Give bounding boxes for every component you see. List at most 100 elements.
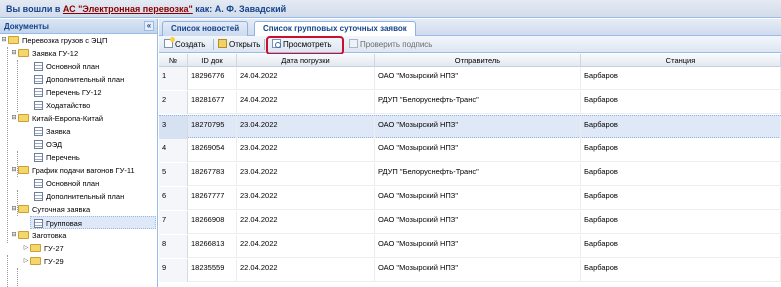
cell-sender: ОАО "Мозырский НПЗ" [375, 139, 581, 162]
table-row[interactable]: 3 18270795 23.04.2022 ОАО "Мозырский НПЗ" Ба… [159, 115, 781, 139]
create-button[interactable]: Создать [164, 37, 205, 51]
documents-panel-header: Документы « [0, 19, 157, 34]
table-row[interactable]: 6 18267777 23.04.2022 ОАО "Мозырский НПЗ" Ба… [159, 187, 781, 210]
cell-number: 3 [159, 116, 188, 139]
document-icon [34, 191, 43, 201]
cell-station: Барбаров [581, 163, 781, 186]
cell-number: 2 [159, 91, 188, 114]
cell-sender: ОАО "Мозырский НПЗ" [375, 211, 581, 234]
document-icon [34, 61, 43, 71]
cell-sender: ОАО "Мозырский НПЗ" [375, 67, 581, 90]
grid-header: № ID док Дата погрузки Отправитель Станц… [159, 54, 781, 67]
verify-signature-button[interactable]: Проверить подпись [349, 38, 432, 51]
tab-strip: Список новостей Список групповых суточны… [159, 19, 781, 37]
cell-id: 18266813 [188, 235, 237, 258]
folder-icon [18, 205, 29, 214]
cell-number: 8 [159, 235, 188, 258]
table-row[interactable]: 9 18235559 22.04.2022 ОАО "Мозырский НПЗ" Ба… [159, 259, 781, 282]
tree-node[interactable]: ⊟ Суточная заявка [10, 203, 90, 216]
tree-node[interactable]: ▷ ГУ-29 [22, 255, 64, 268]
open-folder-icon [218, 39, 227, 49]
cell-date: 24.04.2022 [237, 91, 375, 114]
documents-panel: Документы « ⊟ Перевозка грузов с ЭЦП ⊟ Зая… [0, 19, 158, 287]
tree-node[interactable]: Дополнительный план [34, 190, 124, 203]
document-icon [34, 139, 43, 149]
cell-station: Барбаров [581, 187, 781, 210]
cell-station: Барбаров [581, 235, 781, 258]
cell-station: Барбаров [581, 91, 781, 114]
tree-node[interactable]: Ходатайство [34, 99, 90, 112]
table-row[interactable]: 4 18269054 23.04.2022 ОАО "Мозырский НПЗ" Ба… [159, 139, 781, 162]
cell-sender: ОАО "Мозырский НПЗ" [375, 259, 581, 282]
document-icon [34, 100, 43, 110]
cell-id: 18281677 [188, 91, 237, 114]
cell-number: 1 [159, 67, 188, 90]
toolbar: Создать Открыть Просмотреть Проверить по… [159, 36, 781, 55]
collapse-icon: « [146, 21, 152, 30]
tree-node-selected[interactable]: Групповая [30, 216, 156, 229]
document-icon [34, 178, 43, 188]
column-header-number[interactable]: № [159, 54, 188, 67]
cell-date: 22.04.2022 [237, 235, 375, 258]
tree-node[interactable]: ⊟ Заготовка [10, 229, 66, 242]
tree-node[interactable]: ⊟ Заявка ГУ-12 [10, 47, 78, 60]
tree-node[interactable]: ⊟ Перевозка грузов с ЭЦП [0, 34, 107, 47]
app-link[interactable]: АС "Электронная перевозка" [63, 4, 193, 14]
folder-icon [30, 244, 41, 253]
table-row[interactable]: 2 18281677 24.04.2022 РДУП "Белоруснефть-Тр… [159, 91, 781, 114]
new-document-icon [164, 37, 175, 49]
folder-icon [30, 257, 41, 266]
tree-node[interactable]: Перечень [34, 151, 80, 164]
document-icon [34, 87, 43, 97]
collapse-panel-button[interactable]: « [144, 21, 154, 31]
cell-sender: РДУП "Белоруснефть-Транс" [375, 163, 581, 186]
cell-date: 23.04.2022 [237, 116, 375, 139]
document-icon [34, 126, 43, 136]
tree-node[interactable]: ОЭД [34, 138, 62, 151]
cell-id: 18267783 [188, 163, 237, 186]
main-panel: Список новостей Список групповых суточны… [159, 19, 781, 287]
column-header-date[interactable]: Дата погрузки [237, 54, 375, 67]
user-name: А. Ф. Завадский [214, 4, 287, 14]
document-icon [34, 152, 43, 162]
document-icon [34, 218, 43, 228]
document-icon [34, 74, 43, 84]
cell-sender: ОАО "Мозырский НПЗ" [375, 235, 581, 258]
tree-node[interactable]: Заявка [34, 125, 70, 138]
tree-node[interactable]: Основной план [34, 60, 99, 73]
cell-id: 18235559 [188, 259, 237, 282]
tab-news-list[interactable]: Список новостей [162, 21, 249, 36]
cell-station: Барбаров [581, 139, 781, 162]
cell-number: 9 [159, 259, 188, 282]
tree-node[interactable]: Основной план [34, 177, 99, 190]
tree-node[interactable]: Дополнительный план [34, 73, 124, 86]
column-header-sender[interactable]: Отправитель [375, 54, 581, 67]
tree-node[interactable]: ▷ ГУ-27 [22, 242, 64, 255]
folder-icon [18, 231, 29, 240]
open-button[interactable]: Открыть [218, 38, 260, 51]
tree-node[interactable]: ⊟ Китай-Европа-Китай [10, 112, 103, 125]
table-row[interactable]: 1 18296776 24.04.2022 ОАО "Мозырский НПЗ" Ба… [159, 67, 781, 90]
cell-number: 7 [159, 211, 188, 234]
folder-icon [18, 166, 29, 175]
cell-id: 18267777 [188, 187, 237, 210]
table-row[interactable]: 8 18266813 22.04.2022 ОАО "Мозырский НПЗ" Ба… [159, 235, 781, 258]
tree-node[interactable]: Перечень ГУ-12 [34, 86, 102, 99]
tree-node[interactable]: ⊟ График подачи вагонов ГУ-11 [10, 164, 134, 177]
cell-date: 23.04.2022 [237, 163, 375, 186]
table-row[interactable]: 7 18266908 22.04.2022 ОАО "Мозырский НПЗ" Ба… [159, 211, 781, 234]
column-header-id[interactable]: ID док [188, 54, 237, 67]
signature-icon [349, 39, 358, 49]
cell-sender: РДУП "Белоруснефть-Транс" [375, 91, 581, 114]
greeting-prefix: Вы вошли в [6, 4, 63, 14]
cell-station: Барбаров [581, 211, 781, 234]
cell-id: 18270795 [188, 116, 237, 139]
column-header-station[interactable]: Станция [581, 54, 781, 67]
tab-group-daily-requests[interactable]: Список групповых суточных заявок [254, 21, 416, 37]
table-row[interactable]: 5 18267783 23.04.2022 РДУП "Белоруснефть-Тр… [159, 163, 781, 186]
cell-date: 22.04.2022 [237, 211, 375, 234]
cell-station: Барбаров [581, 259, 781, 282]
cell-date: 23.04.2022 [237, 139, 375, 162]
cell-id: 18296776 [188, 67, 237, 90]
cell-id: 18266908 [188, 211, 237, 234]
